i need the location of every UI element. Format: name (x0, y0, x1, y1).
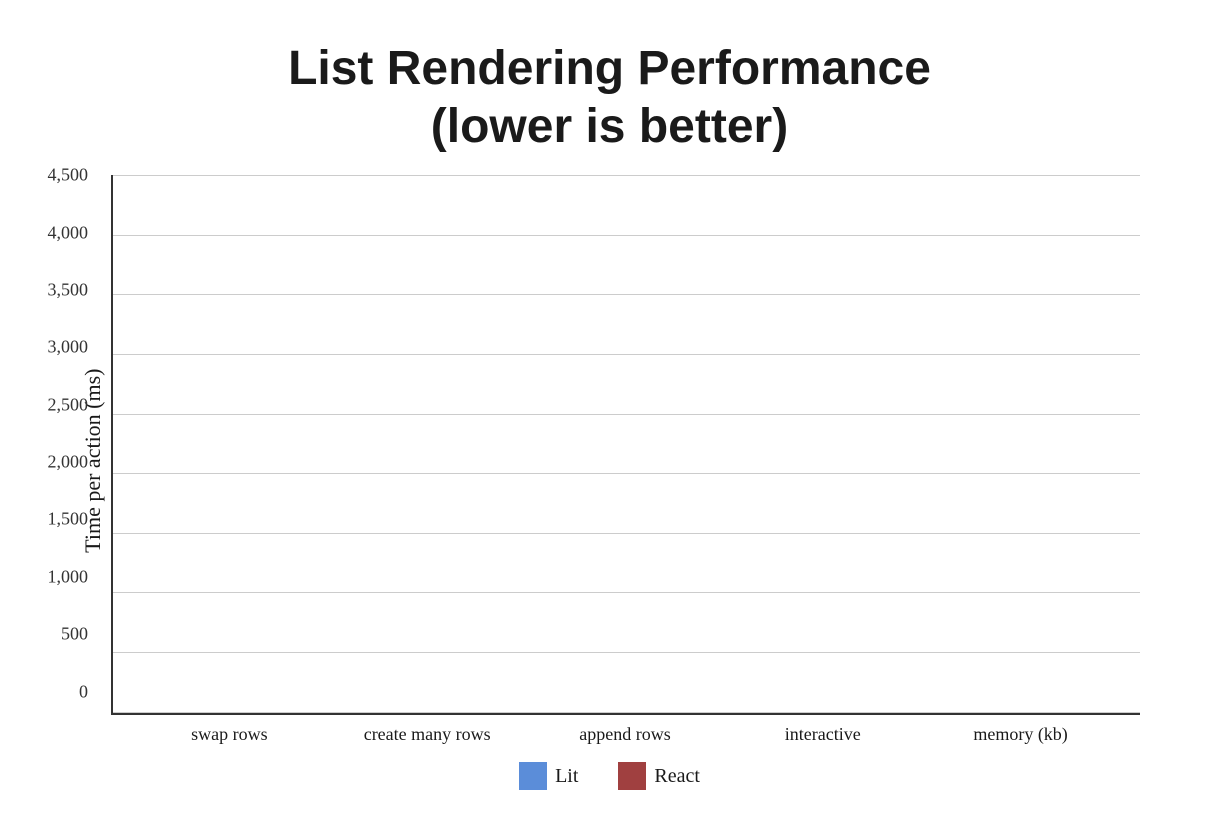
x-axis-label: memory (kb) (956, 723, 1086, 746)
y-tick-label: 1,000 (48, 566, 89, 587)
chart-area: Time per action (ms) 4,5004,0003,5003,00… (80, 175, 1140, 746)
y-tick-label: 1,500 (48, 509, 89, 530)
title-line1: List Rendering Performance (288, 42, 931, 95)
y-tick-label: 3,500 (48, 279, 89, 300)
y-tick-label: 4,500 (48, 165, 89, 186)
y-tick-label: 2,000 (48, 452, 89, 473)
legend-label-lit: Lit (555, 765, 578, 788)
legend-item-react: React (618, 762, 700, 790)
x-axis-label: append rows (560, 723, 690, 746)
x-axis-label: create many rows (362, 723, 492, 746)
x-axis-label: interactive (758, 723, 888, 746)
legend-label-react: React (654, 765, 700, 788)
y-tick-label: 4,000 (48, 222, 89, 243)
y-labels: 4,5004,0003,5003,0002,5002,0001,5001,000… (48, 175, 89, 712)
y-tick-label: 3,000 (48, 337, 89, 358)
grid-and-bars: 4,5004,0003,5003,0002,5002,0001,5001,000… (111, 175, 1140, 714)
legend-color-react (618, 762, 646, 790)
legend-color-lit (519, 762, 547, 790)
chart-inner: 4,5004,0003,5003,0002,5002,0001,5001,000… (111, 175, 1140, 746)
x-labels: swap rows create many rows append rows inte… (111, 715, 1140, 746)
chart-container: List Rendering Performance (lower is bet… (60, 20, 1160, 800)
chart-title: List Rendering Performance (lower is bet… (288, 40, 931, 155)
x-axis-label: swap rows (164, 723, 294, 746)
y-tick-label: 0 (79, 681, 88, 702)
y-tick-label: 2,500 (48, 394, 89, 415)
legend: Lit React (519, 762, 700, 790)
title-line2: (lower is better) (431, 100, 788, 153)
bars-row (113, 175, 1140, 712)
y-tick-label: 500 (61, 624, 88, 645)
legend-item-lit: Lit (519, 762, 578, 790)
